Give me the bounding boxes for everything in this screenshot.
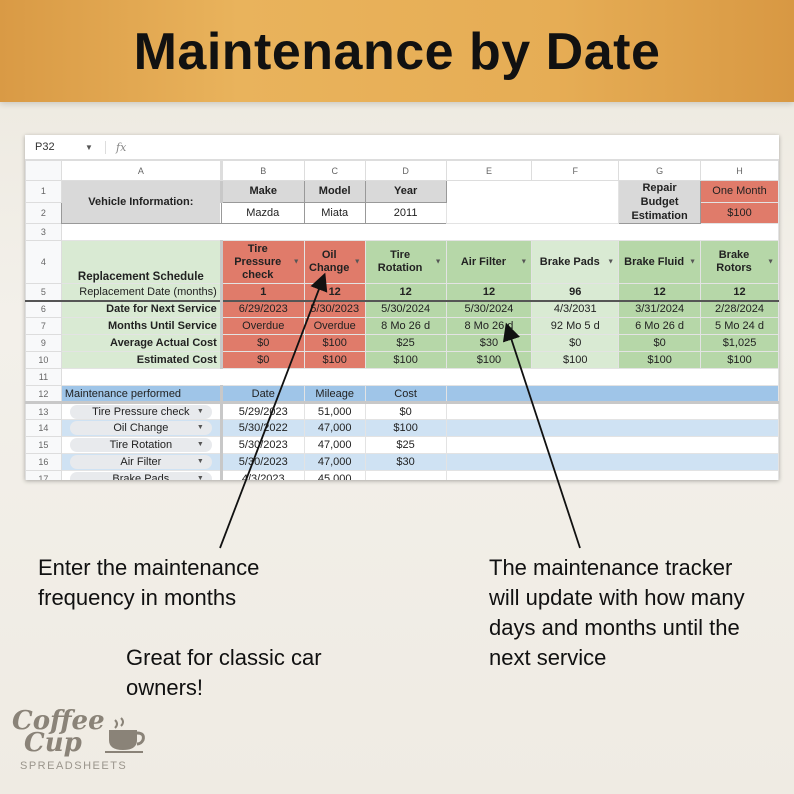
coffee-cup-logo: Coffee Cup SPREADSHEETS: [12, 708, 149, 772]
note-classic-car: Great for classic car owners!: [126, 645, 322, 700]
annotation-arrows: [219, 272, 581, 549]
note-tracker: The maintenance tracker will update with…: [489, 555, 745, 670]
arrow-to-months-until: [502, 322, 581, 549]
note-frequency: Enter the maintenance frequency in month…: [38, 555, 260, 610]
arrow-to-frequency: [219, 272, 328, 549]
coffee-cup-icon: [104, 717, 145, 753]
logo-tagline: SPREADSHEETS: [20, 760, 128, 772]
